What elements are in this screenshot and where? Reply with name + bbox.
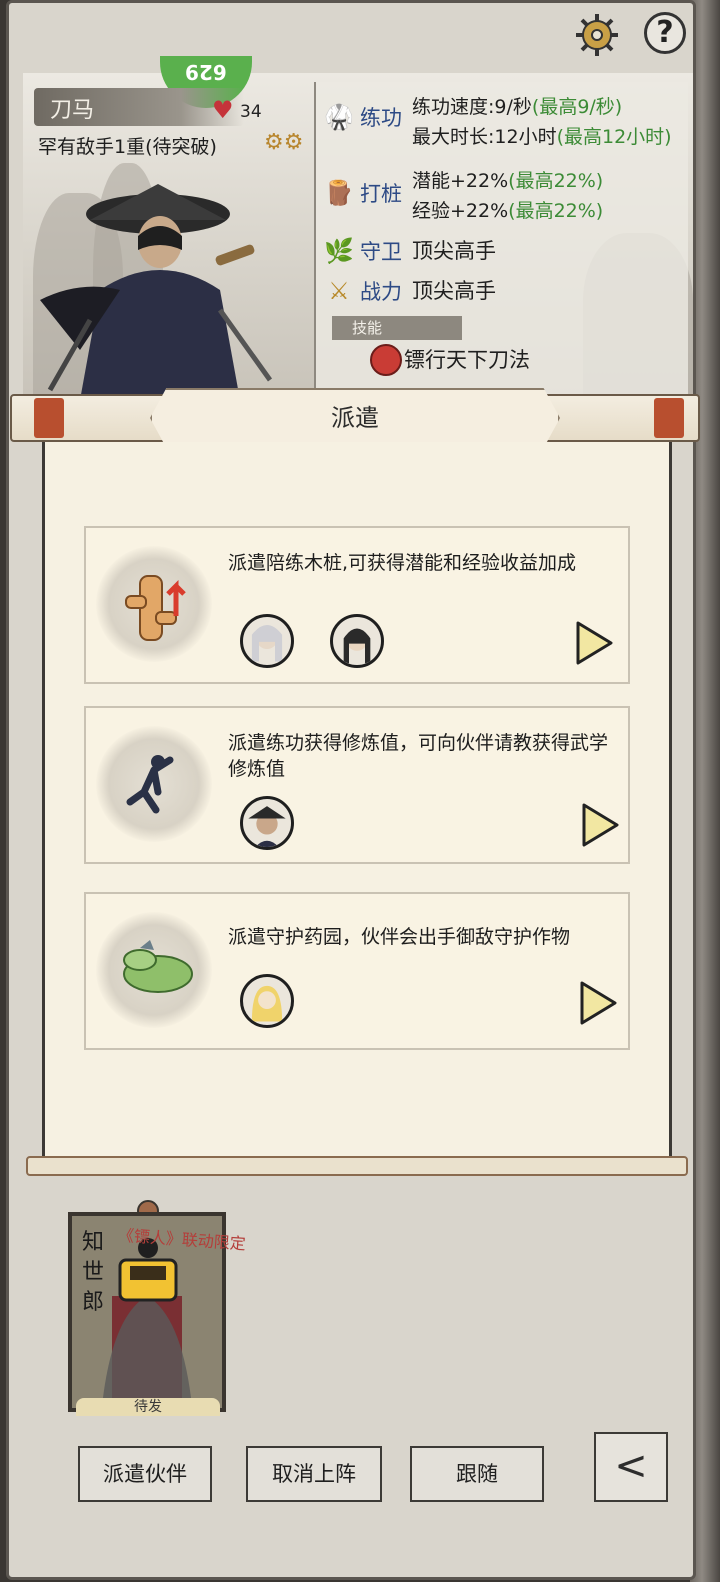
power-label: 战力 <box>360 280 402 304</box>
favor-value: 34 <box>240 102 262 122</box>
stake-exp-max: (最高22%) <box>508 200 604 222</box>
guard-garden-icon: 🌿 <box>324 237 354 265</box>
guard-label: 守卫 <box>360 240 402 264</box>
character-portrait <box>40 184 273 400</box>
train-speed: 练功速度:9/秒 <box>412 96 532 118</box>
power-stat: ⚔ 战力 顶尖高手 <box>324 276 496 306</box>
card-icon-circle <box>96 546 212 662</box>
train-stat: 🥋 练功 <box>324 102 402 132</box>
dialog-title: 派遣 <box>331 404 379 432</box>
power-value: 顶尖高手 <box>412 279 496 303</box>
card-icon-circle <box>96 726 212 842</box>
stake-exp: 经验+22% <box>412 200 509 222</box>
card-description: 派遣陪练木桩,可获得潜能和经验收益加成 <box>228 552 577 574</box>
character-name: 刀马 <box>50 98 95 123</box>
stake-stat: 🪵 打桩 <box>324 178 402 208</box>
character-rank: 罕有敌手1重(待突破) <box>38 136 217 158</box>
stake-potential-max: (最高22%) <box>508 170 604 192</box>
play-arrow-icon[interactable] <box>578 980 618 1026</box>
card-description: 派遣守护药园，伙伴会出手御敌守护作物 <box>228 926 571 948</box>
companion-avatar[interactable] <box>240 614 294 668</box>
play-arrow-icon[interactable] <box>580 802 620 848</box>
guard-stat: 🌿 守卫 顶尖高手 <box>324 236 496 266</box>
train-duration: 最大时长:12小时 <box>412 126 557 148</box>
stats-panel: 🥋 练功 练功速度:9/秒(最高9/秒) 最大时长:12小时(最高12小时) 🪵… <box>314 82 688 400</box>
skill-name[interactable]: 镖行天下刀法 <box>404 344 530 374</box>
training-figure-icon: 🥋 <box>324 103 354 131</box>
cancel-deploy-button[interactable]: 取消上阵 <box>246 1446 382 1502</box>
scroll-cap-right <box>654 398 684 438</box>
stake-label: 打桩 <box>360 182 402 206</box>
martial-artist-icon <box>126 755 174 814</box>
guard-value: 顶尖高手 <box>412 239 496 263</box>
train-label: 练功 <box>360 106 402 130</box>
dispatch-card-garden[interactable]: 派遣守护药园，伙伴会出手御敌守护作物 <box>84 892 630 1050</box>
companion-status-tab: 待发 <box>76 1398 220 1416</box>
skill-blade-icon <box>370 344 402 376</box>
companion-avatar[interactable] <box>330 614 384 668</box>
herb-garden-icon <box>123 940 193 993</box>
crossed-swords-icon: ⚔ <box>328 277 350 305</box>
stake-values: 潜能+22%(最高22%) 经验+22%(最高22%) <box>412 166 603 226</box>
train-duration-max: (最高12小时) <box>556 126 672 148</box>
back-arrow-icon[interactable]: < <box>594 1432 668 1502</box>
train-values: 练功速度:9/秒(最高9/秒) 最大时长:12小时(最高12小时) <box>412 92 672 152</box>
scroll-cap-left <box>34 398 64 438</box>
stake-potential: 潜能+22% <box>412 170 509 192</box>
card-description: 派遣练功获得修炼值，可向伙伴请教获得武学修炼值 <box>228 732 609 780</box>
dispatch-card-training[interactable]: 派遣练功获得修炼值，可向伙伴请教获得武学修炼值 <box>84 706 630 864</box>
skill-header: 技能 <box>332 316 462 340</box>
companion-avatar[interactable] <box>240 974 294 1028</box>
companion-name: 知世郎 <box>82 1230 105 1315</box>
card-icon-circle <box>96 912 212 1028</box>
dispatch-card-stake[interactable]: 派遣陪练木桩,可获得潜能和经验收益加成 <box>84 526 630 684</box>
help-button[interactable]: ? <box>644 12 686 54</box>
dispatch-companion-button[interactable]: 派遣伙伴 <box>78 1446 212 1502</box>
play-arrow-icon[interactable] <box>574 620 614 666</box>
follow-button[interactable]: 跟随 <box>410 1446 544 1502</box>
companion-status: 待发 <box>134 1399 162 1415</box>
heart-icon: ♥ <box>212 96 234 124</box>
companion-avatar[interactable] <box>240 796 294 850</box>
train-speed-max: (最高9/秒) <box>531 96 623 118</box>
dialog-bottom-bar <box>26 1156 688 1176</box>
wooden-stake-icon <box>125 575 186 641</box>
settings-gear-icon[interactable] <box>574 12 620 58</box>
upgrade-gears-icon[interactable]: ⚙⚙ <box>264 130 303 155</box>
wooden-stake-icon: 🪵 <box>324 179 354 207</box>
